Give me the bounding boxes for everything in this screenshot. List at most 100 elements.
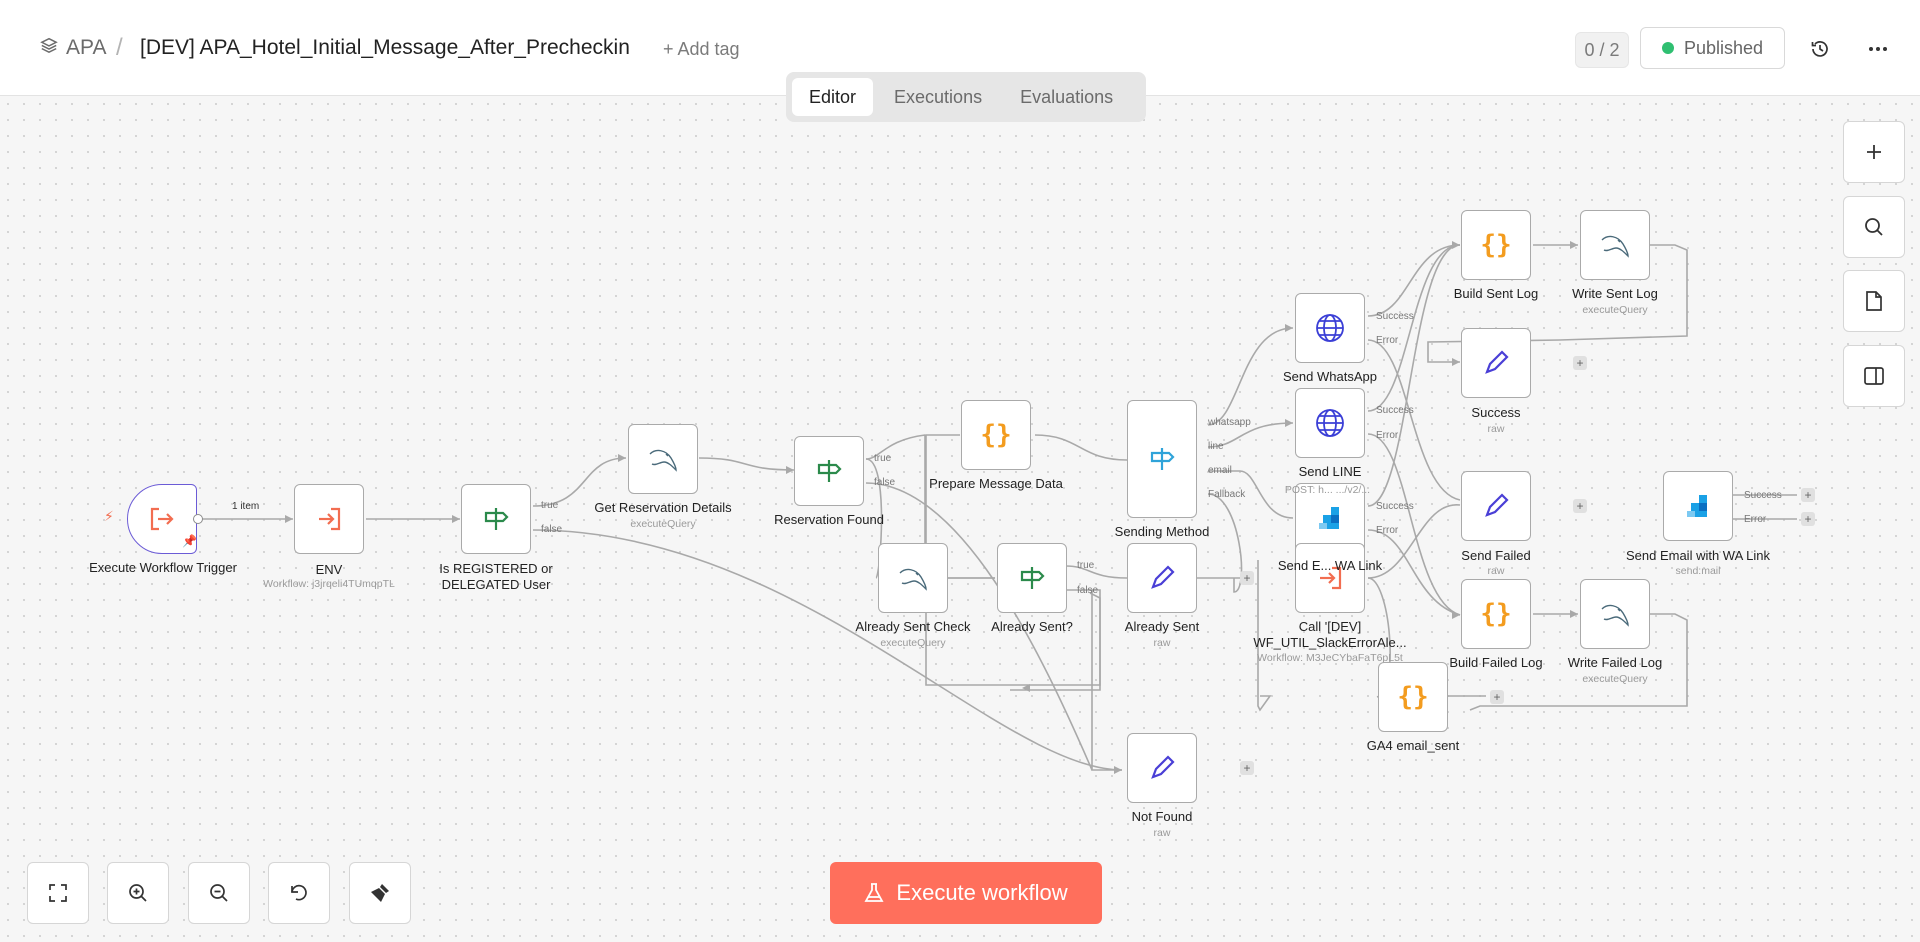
node-call-dev[interactable] xyxy=(1295,543,1365,613)
view-tabs: Editor Executions Evaluations xyxy=(786,72,1146,122)
globe-icon xyxy=(1316,409,1344,437)
tab-editor[interactable]: Editor xyxy=(792,78,874,116)
search-nodes-button[interactable] xyxy=(1843,196,1905,258)
node-is-registered[interactable] xyxy=(461,484,531,554)
sticky-note-button[interactable] xyxy=(1843,270,1905,332)
search-icon xyxy=(1865,218,1883,236)
label-already-sent: Already Sent xyxy=(1124,619,1200,634)
zoom-out-button[interactable] xyxy=(188,862,250,924)
workflow-title[interactable]: [DEV] APA_Hotel_Initial_Message_After_Pr… xyxy=(140,36,630,60)
tab-executions[interactable]: Executions xyxy=(877,78,999,116)
node-already-sent[interactable] xyxy=(1127,543,1197,613)
node-already-sent-q[interactable] xyxy=(997,543,1067,613)
label-get-reservation: Get Reservation Details xyxy=(594,500,732,515)
tidy-up-button[interactable] xyxy=(349,862,411,924)
add-node-plus[interactable]: + xyxy=(1801,512,1815,526)
pencil-icon xyxy=(1485,493,1509,517)
node-not-found[interactable] xyxy=(1127,733,1197,803)
port-line: line xyxy=(1208,441,1224,452)
flask-icon xyxy=(864,883,884,902)
pencil-icon xyxy=(1151,565,1175,589)
add-node-plus[interactable]: + xyxy=(1490,690,1504,704)
add-tag-button[interactable]: + Add tag xyxy=(663,39,740,60)
code-braces-icon: {} xyxy=(1397,682,1429,712)
fit-view-icon xyxy=(49,884,67,902)
signpost-icon xyxy=(817,460,842,482)
port-success: Success xyxy=(1744,490,1782,501)
add-node-plus[interactable]: + xyxy=(1240,761,1254,775)
add-node-plus[interactable]: + xyxy=(1801,488,1815,502)
label-sending-method: Sending Method xyxy=(1114,524,1210,539)
node-write-sent-log[interactable] xyxy=(1580,210,1650,280)
more-options-icon[interactable] xyxy=(1862,34,1894,64)
label-ga4-email-sent: GA4 email_sent xyxy=(1366,738,1460,753)
zoom-in-icon xyxy=(129,884,147,902)
add-node-plus[interactable]: + xyxy=(1573,356,1587,370)
node-get-reservation[interactable] xyxy=(628,424,698,494)
label-send-line: Send LINE xyxy=(1298,464,1362,479)
reset-zoom-button[interactable] xyxy=(268,862,330,924)
node-build-failed-log[interactable]: {} xyxy=(1461,579,1531,649)
node-send-whatsapp[interactable] xyxy=(1295,293,1365,363)
execute-workflow-label: Execute workflow xyxy=(896,880,1068,905)
node-reservation-found[interactable] xyxy=(794,436,864,506)
port-error: Error xyxy=(1376,430,1399,441)
port-error: Error xyxy=(1376,335,1399,346)
label-not-found: Not Found xyxy=(1131,809,1193,824)
label-env: ENV xyxy=(315,562,343,577)
node-build-sent-log[interactable]: {} xyxy=(1461,210,1531,280)
port-email: email xyxy=(1208,465,1232,476)
sub-already-sent-check: executeQuery xyxy=(880,637,946,649)
add-node-plus[interactable]: + xyxy=(1573,499,1587,513)
sub-get-reservation: executeQuery xyxy=(630,518,696,530)
port-false: false xyxy=(541,524,563,535)
sub-success: raw xyxy=(1487,423,1505,435)
pin-icon: 📌 xyxy=(182,534,197,548)
label-reservation-found: Reservation Found xyxy=(774,512,884,527)
node-prepare-message[interactable]: {} xyxy=(961,400,1031,470)
node-success[interactable] xyxy=(1461,328,1531,398)
execute-workflow-button[interactable]: Execute workflow xyxy=(830,862,1102,924)
add-node-button[interactable] xyxy=(1843,121,1905,183)
tidy-up-icon xyxy=(371,884,389,902)
mysql-dolphin-icon xyxy=(1601,604,1629,627)
mysql-dolphin-icon xyxy=(899,568,927,591)
history-icon[interactable] xyxy=(1804,34,1836,64)
panel-icon xyxy=(1864,367,1884,385)
sub-write-sent-log: executeQuery xyxy=(1582,304,1648,316)
node-ga4-email-sent[interactable]: {} xyxy=(1378,662,1448,732)
published-button[interactable]: Published xyxy=(1640,27,1785,69)
published-label: Published xyxy=(1683,37,1764,58)
node-send-line[interactable] xyxy=(1295,388,1365,458)
zoom-out-icon xyxy=(210,884,228,902)
fit-view-button[interactable] xyxy=(27,862,89,924)
node-send-email-wa[interactable] xyxy=(1663,471,1733,541)
signpost-icon xyxy=(1020,567,1045,589)
breadcrumb-project[interactable]: APA xyxy=(40,36,106,60)
port-fallback: Fallback xyxy=(1208,489,1246,500)
port-whatsapp: whatsapp xyxy=(1208,417,1251,428)
sub-not-found: raw xyxy=(1153,827,1171,839)
globe-icon xyxy=(1316,314,1344,342)
breadcrumb-separator: / xyxy=(116,34,123,61)
port-true: true xyxy=(541,500,559,511)
sub-env: Workflow: j3jrqeli4TUmqpTL xyxy=(263,578,395,590)
node-send-failed[interactable] xyxy=(1461,471,1531,541)
code-braces-icon: {} xyxy=(1480,599,1512,629)
node-sending-method[interactable] xyxy=(1127,400,1197,518)
sub-send-email-wa: send:mail xyxy=(1675,565,1721,577)
node-write-failed-log[interactable] xyxy=(1580,579,1650,649)
sub-write-failed-log: executeQuery xyxy=(1582,673,1648,685)
mysql-dolphin-icon xyxy=(1601,235,1629,258)
email-provider-icon xyxy=(1687,495,1707,517)
node-env[interactable] xyxy=(294,484,364,554)
mysql-dolphin-icon xyxy=(649,449,677,472)
tab-evaluations[interactable]: Evaluations xyxy=(1003,78,1130,116)
output-port[interactable] xyxy=(193,514,203,524)
port-true: true xyxy=(1077,560,1095,571)
pencil-icon xyxy=(1151,755,1175,779)
toggle-panel-button[interactable] xyxy=(1843,345,1905,407)
zoom-in-button[interactable] xyxy=(107,862,169,924)
label-call-dev: Call '[DEV] WF_UTIL_SlackErrorAle... xyxy=(1253,619,1407,650)
node-already-sent-check[interactable] xyxy=(878,543,948,613)
